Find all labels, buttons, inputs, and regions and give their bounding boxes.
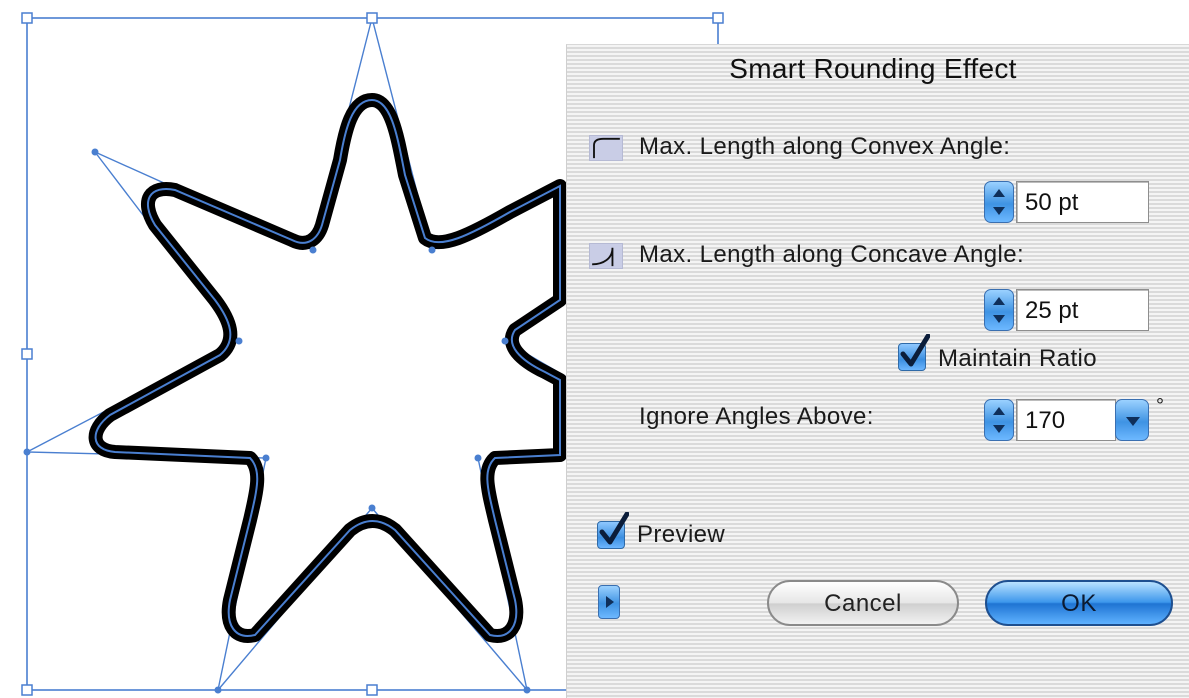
ignore-angles-label: Ignore Angles Above: <box>639 403 874 430</box>
ignore-angles-input[interactable]: 170 <box>1016 399 1116 441</box>
original-star-path <box>24 17 641 691</box>
concave-angle-icon <box>589 243 623 269</box>
ok-button[interactable]: OK <box>985 580 1173 626</box>
concave-length-stepper[interactable] <box>984 289 1014 331</box>
convex-length-label: Max. Length along Convex Angle: <box>639 133 1011 160</box>
degree-unit: ° <box>1156 395 1165 417</box>
concave-length-input[interactable]: 25 pt <box>1016 289 1149 331</box>
maintain-ratio-checkbox[interactable] <box>898 334 930 371</box>
convex-angle-icon <box>589 135 623 161</box>
ignore-angles-dropdown-button[interactable] <box>1115 399 1149 441</box>
rounded-star-shape[interactable] <box>88 93 567 643</box>
convex-length-input[interactable]: 50 pt <box>1016 181 1149 223</box>
checkmark-icon <box>900 334 930 367</box>
disclosure-triangle-button[interactable] <box>598 585 620 619</box>
maintain-ratio-label: Maintain Ratio <box>938 345 1098 372</box>
concave-length-label: Max. Length along Concave Angle: <box>639 241 1025 268</box>
dialog-title: Smart Rounding Effect <box>729 53 1017 84</box>
convex-length-stepper[interactable] <box>984 181 1014 223</box>
checkmark-icon <box>599 512 629 545</box>
cancel-button[interactable]: Cancel <box>767 580 959 626</box>
ignore-angles-stepper[interactable] <box>984 399 1014 441</box>
preview-label: Preview <box>637 521 726 548</box>
smart-rounding-dialog: Smart Rounding Effect Max. Length along … <box>566 44 1189 698</box>
preview-checkbox[interactable] <box>597 512 629 549</box>
